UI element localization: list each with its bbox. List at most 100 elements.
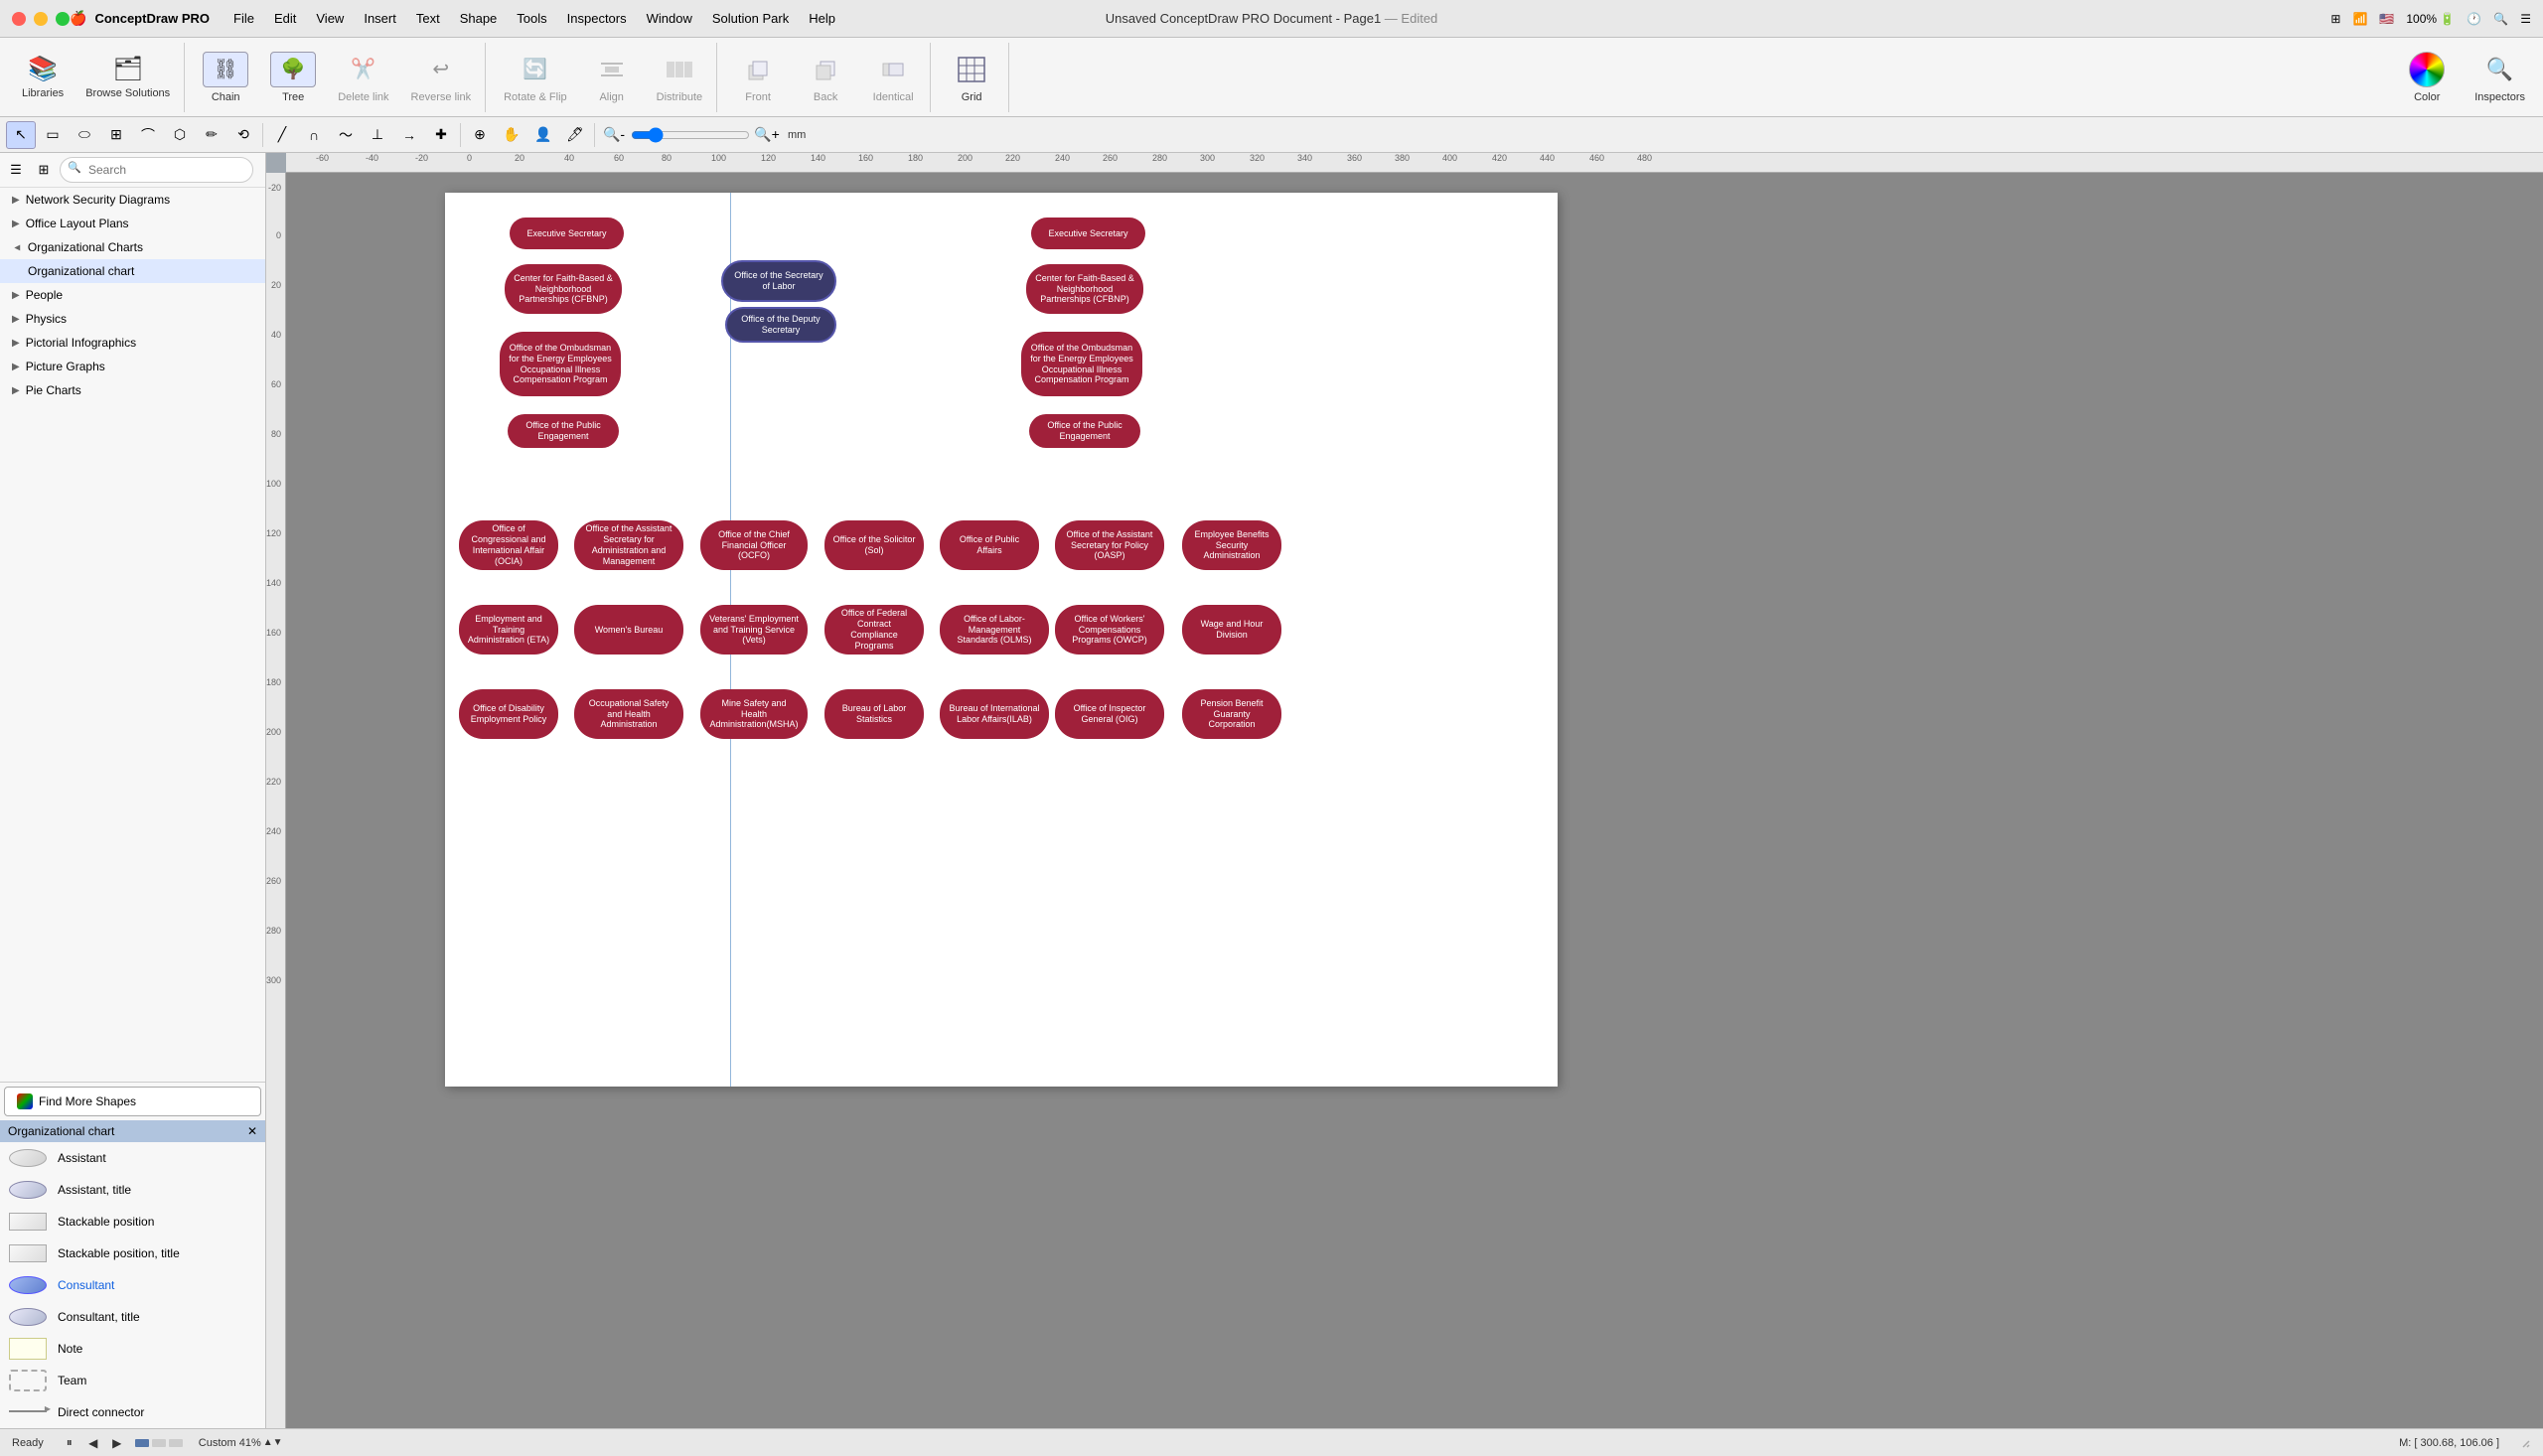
zoom-fit-tool[interactable]: ⊕	[465, 121, 495, 149]
node-eta[interactable]: Employment and Training Administration (…	[459, 605, 558, 655]
person-tool[interactable]: 👤	[528, 121, 558, 149]
node-cfbnp-left[interactable]: Center for Faith-Based & Neighborhood Pa…	[505, 264, 622, 314]
menu-inspectors[interactable]: Inspectors	[559, 9, 635, 28]
sidebar-grid-view[interactable]: ⊞	[32, 158, 56, 182]
front-button[interactable]: Front	[725, 46, 791, 109]
pen-tool[interactable]: 🖊	[560, 121, 590, 149]
page-dot-3[interactable]	[169, 1439, 183, 1447]
menu-tools[interactable]: Tools	[509, 9, 554, 28]
node-odep[interactable]: Office of Disability Employment Policy	[459, 689, 558, 739]
zoom-slider[interactable]	[631, 127, 750, 143]
node-bls[interactable]: Bureau of Labor Statistics	[824, 689, 924, 739]
node-osha[interactable]: Occupational Safety and Health Administr…	[574, 689, 683, 739]
freehand-tool[interactable]: ✏	[197, 121, 226, 149]
pan-tool[interactable]: ✋	[497, 121, 526, 149]
shape-item-team[interactable]: Team	[0, 1365, 265, 1396]
shape-item-assistant[interactable]: Assistant	[0, 1142, 265, 1174]
sidebar-item-picture-graphs[interactable]: ▶ Picture Graphs	[0, 355, 265, 378]
node-ilab[interactable]: Bureau of International Labor Affairs(IL…	[940, 689, 1049, 739]
arc-tool[interactable]: ∩	[299, 121, 329, 149]
arrow-tool[interactable]: →	[394, 121, 424, 149]
node-secretary[interactable]: Office of the Secretary of Labor	[721, 260, 836, 302]
node-public-engagement-left[interactable]: Office of the Public Engagement	[508, 414, 619, 448]
canvas-area[interactable]: -60 -40 -20 0 20 40 60 80 100 120 140 16…	[266, 153, 2543, 1428]
next-page-button[interactable]: ▶	[107, 1433, 127, 1453]
shape-item-consultant-title[interactable]: Consultant, title	[0, 1301, 265, 1333]
table-tool[interactable]: ⊞	[101, 121, 131, 149]
sidebar-list-view[interactable]: ☰	[4, 158, 28, 182]
node-public-affairs[interactable]: Office of Public Affairs	[940, 520, 1039, 570]
distribute-button[interactable]: Distribute	[647, 46, 712, 109]
sidebar-item-people[interactable]: ▶ People	[0, 283, 265, 307]
zoom-out-btn[interactable]: 🔍-	[599, 121, 629, 149]
node-ocfo[interactable]: Office of the Chief Financial Officer (O…	[700, 520, 808, 570]
node-ofccp[interactable]: Office of Federal Contract Compliance Pr…	[824, 605, 924, 655]
align-button[interactable]: Align	[579, 46, 645, 109]
menu-edit[interactable]: Edit	[266, 9, 304, 28]
node-oasp[interactable]: Office of the Assistant Secretary for Po…	[1055, 520, 1164, 570]
minimize-button[interactable]	[34, 12, 48, 26]
node-public-engagement-right[interactable]: Office of the Public Engagement	[1029, 414, 1140, 448]
zoom-dropdown-arrow[interactable]: ▲▼	[263, 1437, 283, 1448]
back-button[interactable]: Back	[793, 46, 858, 109]
node-deputy-secretary[interactable]: Office of the Deputy Secretary	[725, 307, 836, 343]
browse-solutions-button[interactable]: 🗂 Browse Solutions	[75, 46, 180, 109]
canvas-viewport[interactable]: Executive Secretary Center for Faith-Bas…	[286, 173, 2543, 1428]
curve-tool[interactable]: ⌒	[133, 121, 163, 149]
node-asst-admin-mgmt[interactable]: Office of the Assistant Secretary for Ad…	[574, 520, 683, 570]
zoom-in-btn[interactable]: 🔍+	[752, 121, 782, 149]
node-ocia[interactable]: Office of Congressional and Internationa…	[459, 520, 558, 570]
prev-page-button[interactable]: ◀	[83, 1433, 103, 1453]
node-pbgc[interactable]: Pension Benefit Guaranty Corporation	[1182, 689, 1281, 739]
shape-item-stackable-position[interactable]: Stackable position	[0, 1206, 265, 1238]
canvas-page[interactable]: Executive Secretary Center for Faith-Bas…	[445, 193, 1558, 1087]
node-exec-sec-left[interactable]: Executive Secretary	[510, 218, 624, 249]
node-owcp[interactable]: Office of Workers' Compensations Program…	[1055, 605, 1164, 655]
identical-button[interactable]: Identical	[860, 46, 926, 109]
ellipse-tool[interactable]: ⬭	[70, 121, 99, 149]
polygon-tool[interactable]: ⬡	[165, 121, 195, 149]
sidebar-item-network-security[interactable]: ▶ Network Security Diagrams	[0, 188, 265, 212]
node-womens-bureau[interactable]: Women's Bureau	[574, 605, 683, 655]
menu-view[interactable]: View	[308, 9, 352, 28]
sidebar-item-office-layout[interactable]: ▶ Office Layout Plans	[0, 212, 265, 235]
shape-item-stackable-position-title[interactable]: Stackable position, title	[0, 1238, 265, 1269]
rotate-flip-button[interactable]: 🔄 Rotate & Flip	[494, 46, 577, 109]
libraries-button[interactable]: 📚 Libraries	[12, 46, 74, 109]
close-button[interactable]	[12, 12, 26, 26]
node-ombudsman-left[interactable]: Office of the Ombudsman for the Energy E…	[500, 332, 621, 396]
transform-tool[interactable]: ⟲	[228, 121, 258, 149]
bezier-tool[interactable]: 〜	[331, 121, 361, 149]
node-cfbnp-right[interactable]: Center for Faith-Based & Neighborhood Pa…	[1026, 264, 1143, 314]
sidebar-item-pie-charts[interactable]: ▶ Pie Charts	[0, 378, 265, 402]
page-dot-2[interactable]	[152, 1439, 166, 1447]
cross-tool[interactable]: ✚	[426, 121, 456, 149]
shape-item-consultant[interactable]: Consultant	[0, 1269, 265, 1301]
shape-item-assistant-title[interactable]: Assistant, title	[0, 1174, 265, 1206]
menu-shape[interactable]: Shape	[452, 9, 506, 28]
node-msha[interactable]: Mine Safety and Health Administration(MS…	[700, 689, 808, 739]
node-ebsa[interactable]: Employee Benefits Security Administratio…	[1182, 520, 1281, 570]
menu-insert[interactable]: Insert	[356, 9, 404, 28]
menu-file[interactable]: File	[225, 9, 262, 28]
search-input[interactable]	[60, 157, 253, 183]
shape-item-note[interactable]: Note	[0, 1333, 265, 1365]
color-button[interactable]: Color	[2397, 46, 2457, 109]
maximize-button[interactable]	[56, 12, 70, 26]
sidebar-item-pictorial-infographics[interactable]: ▶ Pictorial Infographics	[0, 331, 265, 355]
close-library-icon[interactable]: ✕	[247, 1124, 257, 1138]
grid-button[interactable]: Grid	[939, 46, 1004, 109]
sidebar-item-org-chart[interactable]: Organizational chart	[0, 259, 265, 283]
search-icon[interactable]: 🔍	[2493, 12, 2508, 26]
delete-link-button[interactable]: ✂️ Delete link	[328, 46, 398, 109]
pause-button[interactable]: ⏸	[60, 1433, 79, 1453]
node-exec-sec-right[interactable]: Executive Secretary	[1031, 218, 1145, 249]
node-vets[interactable]: Veterans' Employment and Training Servic…	[700, 605, 808, 655]
resize-handle[interactable]	[2515, 1433, 2531, 1452]
sidebar-item-physics[interactable]: ▶ Physics	[0, 307, 265, 331]
shape-item-direct-connector[interactable]: Direct connector	[0, 1396, 265, 1428]
reverse-link-button[interactable]: ↩ Reverse link	[401, 46, 482, 109]
line-tool[interactable]: ╱	[267, 121, 297, 149]
menu-icon[interactable]: ☰	[2520, 12, 2531, 26]
menu-help[interactable]: Help	[801, 9, 843, 28]
